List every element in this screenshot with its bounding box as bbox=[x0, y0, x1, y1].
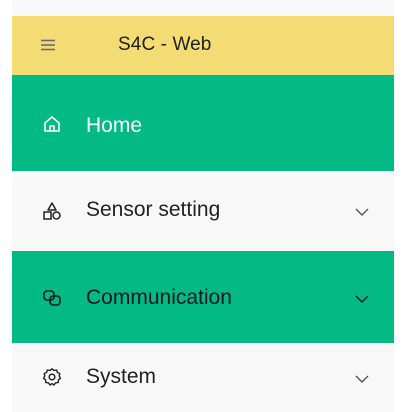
menu-toggle-button[interactable] bbox=[38, 35, 58, 55]
chevron-down-icon[interactable] bbox=[354, 371, 370, 387]
sidebar: S4C - Web Home Sensor setting Communicat… bbox=[12, 0, 394, 412]
settings-icon bbox=[42, 367, 62, 387]
sidebar-item-communication[interactable]: Communication bbox=[12, 251, 394, 343]
sidebar-item-system[interactable]: System bbox=[12, 343, 394, 412]
sidebar-item-sensor-setting[interactable]: Sensor setting bbox=[12, 171, 394, 251]
communication-icon bbox=[42, 288, 62, 308]
sidebar-item-label: Communication bbox=[86, 286, 232, 309]
sidebar-item-label: System bbox=[86, 365, 157, 388]
hamburger-icon bbox=[40, 39, 56, 51]
sidebar-item-home[interactable]: Home bbox=[12, 75, 394, 171]
sidebar-header: S4C - Web bbox=[12, 16, 394, 75]
app-title: S4C - Web bbox=[118, 34, 212, 55]
chevron-down-icon[interactable] bbox=[354, 204, 370, 220]
home-icon bbox=[42, 114, 62, 134]
chevron-down-icon[interactable] bbox=[354, 291, 370, 307]
sensor-icon bbox=[42, 201, 62, 221]
sidebar-item-label: Home bbox=[86, 114, 143, 137]
sidebar-item-label: Sensor setting bbox=[86, 198, 221, 221]
